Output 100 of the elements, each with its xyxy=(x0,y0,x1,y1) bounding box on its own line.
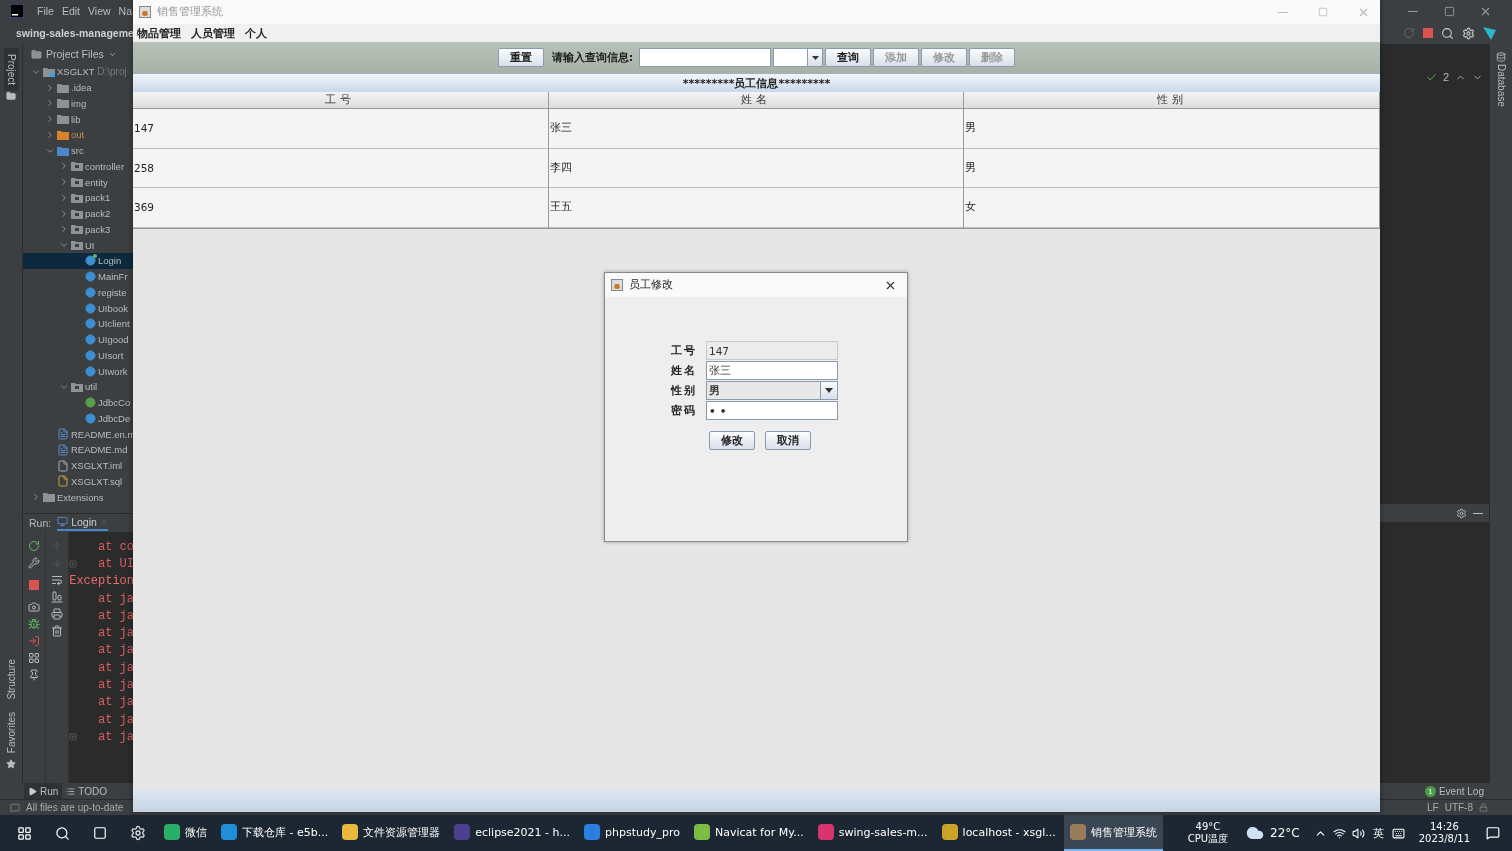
tree-item[interactable]: pack3 xyxy=(23,221,134,238)
taskbar-app[interactable]: 销售管理系统 xyxy=(1063,815,1163,851)
tree-item[interactable]: XSGLXT.sql xyxy=(23,473,134,490)
tree-item[interactable]: UIsort xyxy=(23,347,134,364)
dropdown-arrow-icon xyxy=(811,55,819,60)
input-method[interactable]: 英 xyxy=(1372,825,1384,841)
side-tab[interactable]: Project xyxy=(3,48,19,92)
menu-item[interactable]: 人员管理 xyxy=(191,25,235,41)
menu-item[interactable]: File xyxy=(34,5,57,17)
status-text: All files are up-to-date xyxy=(26,802,124,813)
status-item[interactable]: LF xyxy=(1427,802,1439,813)
taskbar-app[interactable]: Navicat for My... xyxy=(687,815,810,851)
inspection-count[interactable]: 2 xyxy=(1442,71,1449,83)
column-header[interactable]: 姓名 xyxy=(548,92,965,109)
tool-tab[interactable]: Run xyxy=(24,783,63,799)
tree-item[interactable]: pack2 xyxy=(23,205,134,222)
field-label: 性别 xyxy=(671,383,698,398)
config-tab[interactable]: Login xyxy=(57,515,108,531)
tree-item[interactable]: entity xyxy=(23,174,134,190)
dialog-button[interactable]: 取消 xyxy=(765,431,811,450)
toolbar-button[interactable]: 查询 xyxy=(825,48,872,67)
star-icon xyxy=(6,759,16,769)
tree-item[interactable]: UIgood xyxy=(23,331,134,348)
password-field[interactable]: •• xyxy=(706,401,838,420)
exit-icon xyxy=(28,635,40,647)
start-icon[interactable] xyxy=(16,825,32,841)
package-icon xyxy=(71,161,83,172)
console-line: at ja xyxy=(97,660,134,675)
tree-item[interactable]: UIbook xyxy=(23,300,134,316)
taskbar-app[interactable]: localhost - xsgl... xyxy=(935,815,1062,851)
menu-item[interactable]: Edit xyxy=(58,5,83,17)
column-header[interactable]: 性别 xyxy=(964,92,1380,109)
weather-text[interactable]: 22°C xyxy=(1270,826,1300,840)
input-field[interactable]: 张三 xyxy=(706,361,838,380)
console-line: at ja xyxy=(97,712,134,727)
status-item[interactable]: UTF-8 xyxy=(1444,802,1473,813)
menu-item[interactable]: 物品管理 xyxy=(137,25,181,41)
package-icon xyxy=(71,208,83,219)
tree-item[interactable]: JdbcDe xyxy=(23,410,134,427)
gear-icon[interactable] xyxy=(130,825,146,841)
view-selector[interactable]: Project Files xyxy=(46,48,104,60)
tree-item[interactable]: MainFr xyxy=(23,268,134,285)
event-log-tab[interactable]: 1 Event Log xyxy=(1420,783,1488,799)
search-icon[interactable] xyxy=(54,825,70,841)
taskbar-app[interactable]: swing-sales-m... xyxy=(811,815,934,851)
taskbar-app[interactable]: 下载仓库 - e5b... xyxy=(215,815,335,851)
clock[interactable]: 14:26 2023/8/11 xyxy=(1418,821,1470,845)
tree-item[interactable]: registe xyxy=(23,284,134,301)
cpu-temperature[interactable]: 49°C CPU温度 xyxy=(1187,821,1229,845)
reset-button[interactable]: 重置 xyxy=(497,48,544,67)
soft-wrap-icon xyxy=(51,574,63,586)
tool-tab[interactable]: TODO xyxy=(62,783,112,799)
class-icon xyxy=(85,397,96,409)
menu-item[interactable]: Na xyxy=(115,5,136,17)
minimize-icon[interactable] xyxy=(1473,512,1483,514)
tree-item[interactable]: UI xyxy=(23,237,134,253)
tree-item[interactable]: lib xyxy=(23,111,134,127)
console-line: Exception xyxy=(69,574,134,589)
tree-item[interactable]: pack1 xyxy=(23,190,134,206)
tree-item[interactable]: XSGLXT.iml xyxy=(23,457,134,474)
taskbar-app[interactable]: eclipse2021 - h... xyxy=(448,815,577,851)
taskbar-app[interactable]: 文件资源管理器 xyxy=(336,815,447,851)
task-view-icon[interactable] xyxy=(93,826,107,840)
tree-item[interactable]: out xyxy=(23,127,134,143)
folder-icon xyxy=(6,91,16,102)
list-icon xyxy=(66,786,76,796)
table-cell: 369 xyxy=(133,188,549,228)
taskbar-app[interactable]: phpstudy_pro xyxy=(578,815,686,851)
tree-item[interactable]: controller xyxy=(23,158,134,175)
tree-item[interactable]: JdbcCo xyxy=(23,394,134,411)
tree-item[interactable]: README.en.m xyxy=(23,426,134,442)
menu-item[interactable]: View xyxy=(85,5,114,17)
side-tab[interactable]: Structure xyxy=(3,653,19,706)
gender-dropdown[interactable]: 男 xyxy=(706,381,838,400)
tree-item[interactable]: README.md xyxy=(23,442,134,458)
side-tab[interactable]: Database xyxy=(1493,62,1509,113)
tree-item[interactable]: UIwork xyxy=(23,363,134,379)
tree-item[interactable]: util xyxy=(23,379,134,395)
tree-item[interactable]: src xyxy=(23,142,134,159)
run-label: Run: xyxy=(29,517,52,529)
query-field[interactable] xyxy=(639,48,772,67)
taskbar-app[interactable]: 微信 xyxy=(158,815,213,851)
tree-item[interactable]: img xyxy=(23,95,134,112)
column-header[interactable]: 工号 xyxy=(133,92,549,109)
field-label: 工号 xyxy=(671,343,698,358)
query-dropdown[interactable] xyxy=(773,48,824,67)
dialog-button[interactable]: 修改 xyxy=(709,431,755,450)
tree-item[interactable]: UIclient xyxy=(23,316,134,332)
tree-item[interactable]: .idea xyxy=(23,79,134,96)
camera-icon xyxy=(28,601,40,613)
status-icon xyxy=(10,802,20,813)
side-tab[interactable]: Favorites xyxy=(3,705,19,759)
menu-item[interactable]: 个人 xyxy=(245,25,267,41)
minimize-icon[interactable] xyxy=(1408,10,1418,12)
tree-item[interactable]: Extensions xyxy=(23,489,134,505)
tree-item[interactable]: Login xyxy=(23,253,134,269)
window-title: 销售管理系统 xyxy=(157,5,223,19)
plugin-logo-icon xyxy=(1483,26,1496,40)
markdown-file-icon xyxy=(57,443,69,456)
package-icon xyxy=(71,381,83,392)
